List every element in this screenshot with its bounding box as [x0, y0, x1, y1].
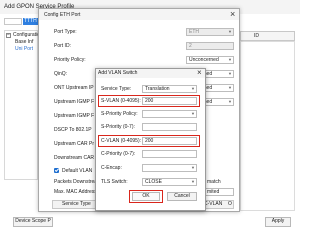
cvlan-input[interactable]: 200	[142, 137, 197, 145]
eth-label-dscp: DSCP To 802.1P	[54, 127, 92, 133]
chevron-down-icon: ▼	[191, 179, 195, 184]
eth-label-upstream-igmp-1: Upstream IGMP F	[54, 99, 95, 105]
chevron-down-icon: ▼	[191, 86, 195, 91]
tls-switch-value: CLOSE	[145, 179, 162, 185]
cancel-button[interactable]: Cancel	[167, 192, 197, 201]
ok-button[interactable]: OK	[132, 192, 160, 201]
chevron-down-icon: ▼	[228, 29, 232, 34]
eth-label-qinq: QinQ:	[54, 71, 68, 77]
c-encap-select[interactable]: ▼	[142, 164, 197, 172]
right-header-cell	[240, 31, 295, 41]
eth-port-id-value: 2	[189, 43, 192, 49]
eth-label-upstream-igmp-2: Upstream IGMP F	[54, 113, 95, 119]
chevron-down-icon: ▼	[228, 71, 232, 76]
vlan-dialog-title: Add VLAN Switch	[98, 70, 138, 76]
vlan-label-service-type: Service Type:	[101, 86, 132, 92]
device-scope-button[interactable]: Device Scope P	[13, 217, 53, 227]
tls-switch-select[interactable]: CLOSE ▼	[142, 178, 197, 186]
vlan-label-c-priority: C-Priority (0-7):	[101, 151, 136, 157]
s-priority-policy-select[interactable]: ▼	[142, 110, 197, 118]
tree-item-base-info[interactable]: Base Inf	[15, 40, 33, 45]
c-priority-input[interactable]	[142, 150, 197, 158]
eth-port-type-field: ETH ▼	[186, 28, 234, 36]
vlan-service-type-value: Translation	[145, 86, 170, 92]
eth-table-header-service-type: Service Type	[62, 201, 91, 207]
chevron-down-icon: ▼	[228, 99, 232, 104]
chevron-down-icon: ▼	[191, 165, 195, 170]
tree-item-uni-port[interactable]: Uni Port	[15, 47, 33, 52]
vlan-label-svlan: S-VLAN (0-4095):	[101, 98, 141, 104]
eth-label-downstream-car: Downstream CAR	[54, 155, 95, 161]
s-priority-input[interactable]	[142, 123, 197, 131]
eth-window-title: Config ETH Port	[44, 12, 81, 18]
chevron-down-icon: ▼	[228, 57, 232, 62]
eth-port-type-value: ETH	[189, 29, 199, 35]
eth-priority-policy-value: Unconcerned	[189, 57, 219, 63]
eth-table-header-c-vlan: C-VLAN	[204, 201, 223, 207]
eth-port-id-field: 2	[186, 42, 234, 50]
right-panel	[240, 41, 295, 211]
right-header-id: ID	[254, 33, 259, 39]
vlan-service-type-select[interactable]: Translation ▼	[142, 85, 197, 93]
gpon-profile-name-value: TTTH	[24, 18, 37, 24]
eth-label-default-vlan: Default VLAN	[62, 168, 93, 174]
default-vlan-checkbox[interactable]	[54, 168, 59, 173]
chevron-down-icon: ▼	[191, 111, 195, 116]
eth-label-priority-policy: Priority Policy:	[54, 57, 86, 63]
vlan-label-cvlan: C-VLAN (0-4095):	[101, 138, 142, 144]
chevron-down-icon: ▼	[228, 85, 232, 90]
svlan-value: 200	[145, 98, 154, 104]
eth-table-header-o: O	[228, 201, 232, 207]
eth-label-port-id: Port ID:	[54, 43, 71, 49]
gpon-profile-name-field[interactable]	[4, 18, 22, 25]
eth-label-port-type: Port Type:	[54, 29, 77, 35]
eth-packets-downstream-tail: match	[207, 179, 221, 185]
vlan-label-s-priority: S-Priority (0-7):	[101, 124, 135, 130]
tree-collapse-icon[interactable]: −	[6, 33, 11, 38]
eth-label-ont-upstream-ip: ONT Upstream IP	[54, 85, 94, 91]
apply-button[interactable]: Apply	[265, 217, 291, 227]
eth-label-max-mac: Max. MAC Address	[54, 189, 97, 195]
vlan-label-s-priority-policy: S-Priority Policy:	[101, 111, 138, 117]
vlan-label-tls-switch: TLS Switch:	[101, 179, 128, 185]
tree-panel	[4, 30, 38, 180]
vlan-label-c-encap: C-Encap:	[101, 165, 122, 171]
eth-close-icon[interactable]: ×	[230, 10, 235, 19]
vlan-close-icon[interactable]: ×	[197, 69, 202, 77]
eth-max-mac-value: mited	[207, 189, 220, 195]
svlan-input[interactable]: 200	[142, 97, 197, 105]
cvlan-value: 200	[145, 138, 154, 144]
eth-label-upstream-car: Upstream CAR Pr	[54, 141, 95, 147]
eth-priority-policy-select[interactable]: Unconcerned ▼	[186, 56, 234, 64]
